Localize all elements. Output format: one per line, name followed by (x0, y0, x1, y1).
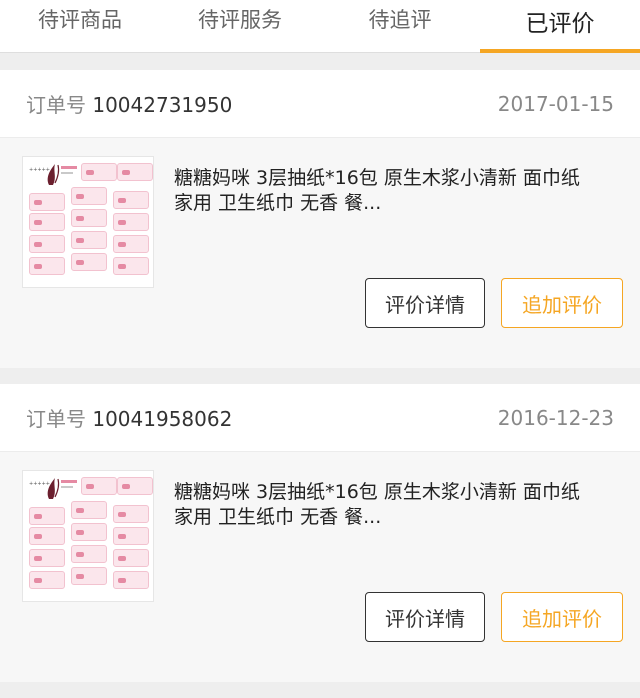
order-card: 订单号 10041958062 2016-12-23 +++++ 糖糖妈咪 3层… (0, 384, 640, 682)
order-number: 订单号 10041958062 (26, 403, 232, 432)
order-header: 订单号 10042731950 2017-01-15 (0, 70, 640, 138)
svg-text:+++++: +++++ (29, 481, 50, 487)
order-number-value: 10041958062 (92, 407, 233, 431)
product-title[interactable]: 糖糖妈咪 3层抽纸*16包 原生木浆小清新 面巾纸 家用 卫生纸巾 无香 餐..… (174, 480, 614, 530)
order-number-label: 订单号 (26, 407, 86, 431)
brand-logo: +++++ (29, 164, 77, 185)
order-number: 订单号 10042731950 (26, 89, 232, 118)
product-title-line-2: 家用 卫生纸巾 无香 餐... (174, 192, 382, 214)
order-item[interactable]: +++++ 糖糖妈咪 3层抽纸*16包 原生木浆小清新 面巾纸 家用 卫生纸巾 … (0, 452, 640, 682)
tissue-pack-thumbnail[interactable]: +++++ (22, 156, 154, 288)
product-title-line-1: 糖糖妈咪 3层抽纸*16包 原生木浆小清新 面巾纸 (174, 481, 580, 503)
product-title-line-1: 糖糖妈咪 3层抽纸*16包 原生木浆小清新 面巾纸 (174, 167, 580, 189)
review-detail-button[interactable]: 评价详情 (365, 278, 485, 328)
product-title[interactable]: 糖糖妈咪 3层抽纸*16包 原生木浆小清新 面巾纸 家用 卫生纸巾 无香 餐..… (174, 166, 614, 216)
order-list: 订单号 10042731950 2017-01-15 +++++ 糖糖妈咪 3层… (0, 70, 640, 698)
svg-text:+++++: +++++ (29, 167, 50, 173)
append-review-button[interactable]: 追加评价 (501, 592, 623, 642)
order-date: 2016-12-23 (497, 405, 614, 430)
review-tab-bar: 待评商品 待评服务 待追评 已评价 (0, 0, 640, 53)
tab-reviewed[interactable]: 已评价 (480, 0, 640, 53)
order-header: 订单号 10041958062 2016-12-23 (0, 384, 640, 452)
tab-pending-products[interactable]: 待评商品 (0, 0, 160, 52)
review-detail-button[interactable]: 评价详情 (365, 592, 485, 642)
append-review-button[interactable]: 追加评价 (501, 278, 623, 328)
order-card: 订单号 10042731950 2017-01-15 +++++ 糖糖妈咪 3层… (0, 70, 640, 368)
tissue-pack-thumbnail[interactable]: +++++ (22, 470, 154, 602)
brand-logo: +++++ (29, 478, 77, 499)
order-number-value: 10042731950 (92, 93, 233, 117)
tab-pending-services[interactable]: 待评服务 (160, 0, 320, 52)
product-title-line-2: 家用 卫生纸巾 无香 餐... (174, 506, 382, 528)
order-number-label: 订单号 (26, 93, 86, 117)
tab-pending-followup[interactable]: 待追评 (320, 0, 480, 52)
order-item[interactable]: +++++ 糖糖妈咪 3层抽纸*16包 原生木浆小清新 面巾纸 家用 卫生纸巾 … (0, 138, 640, 368)
order-date: 2017-01-15 (497, 91, 614, 116)
